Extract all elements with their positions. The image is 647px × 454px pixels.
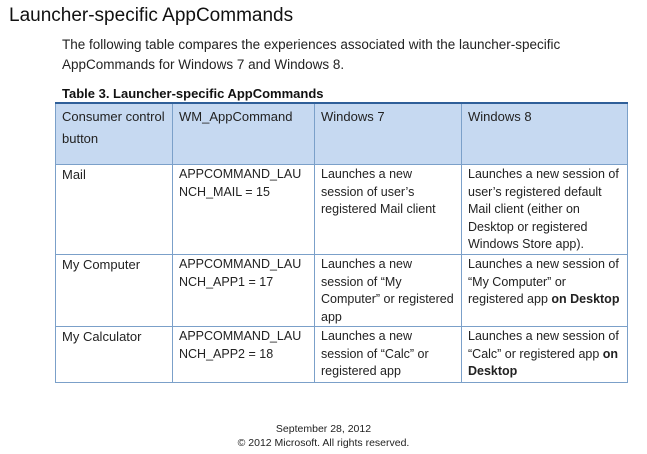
table-row: My Computer APPCOMMAND_LAUNCH_APP1 = 17 … xyxy=(55,254,628,327)
cell-windows-8-emphasis: on Desktop xyxy=(551,292,620,306)
cell-windows-8: Launches a new session of “Calc” or regi… xyxy=(461,326,628,383)
cell-windows-7: Launches a new session of “My Computer” … xyxy=(314,254,462,327)
footer-date: September 28, 2012 xyxy=(275,423,372,435)
footer-copyright: © 2012 Microsoft. All rights reserved. xyxy=(237,437,410,449)
cell-button: My Calculator xyxy=(55,326,173,383)
cell-button: Mail xyxy=(55,164,173,255)
cell-windows-7: Launches a new session of “Calc” or regi… xyxy=(314,326,462,383)
cell-windows-8-text: Launches a new session of “Calc” or regi… xyxy=(468,329,619,361)
appcommands-table: Consumer control button WM_AppCommand Wi… xyxy=(55,102,628,383)
cell-windows-7: Launches a new session of user’s registe… xyxy=(314,164,462,255)
cell-windows-8: Launches a new session of “My Computer” … xyxy=(461,254,628,327)
page-footer: September 28, 2012 © 2012 Microsoft. All… xyxy=(0,422,647,450)
cell-button: My Computer xyxy=(55,254,173,327)
header-windows-8: Windows 8 xyxy=(461,102,628,165)
header-consumer-control-button: Consumer control button xyxy=(55,102,173,165)
cell-command: APPCOMMAND_LAUNCH_APP2 = 18 xyxy=(172,326,315,383)
table-row: My Calculator APPCOMMAND_LAUNCH_APP2 = 1… xyxy=(55,326,628,383)
header-wm-appcommand: WM_AppCommand xyxy=(172,102,315,165)
section-heading: Launcher-specific AppCommands xyxy=(9,5,294,26)
table-header-row: Consumer control button WM_AppCommand Wi… xyxy=(55,102,628,165)
intro-paragraph: The following table compares the experie… xyxy=(62,37,561,72)
cell-windows-8: Launches a new session of user’s registe… xyxy=(461,164,628,255)
table-row: Mail APPCOMMAND_LAUNCH_MAIL = 15 Launche… xyxy=(55,164,628,255)
cell-command: APPCOMMAND_LAUNCH_APP1 = 17 xyxy=(172,254,315,327)
cell-command: APPCOMMAND_LAUNCH_MAIL = 15 xyxy=(172,164,315,255)
table-caption: Table 3. Launcher-specific AppCommands xyxy=(62,86,324,101)
header-windows-7: Windows 7 xyxy=(314,102,462,165)
